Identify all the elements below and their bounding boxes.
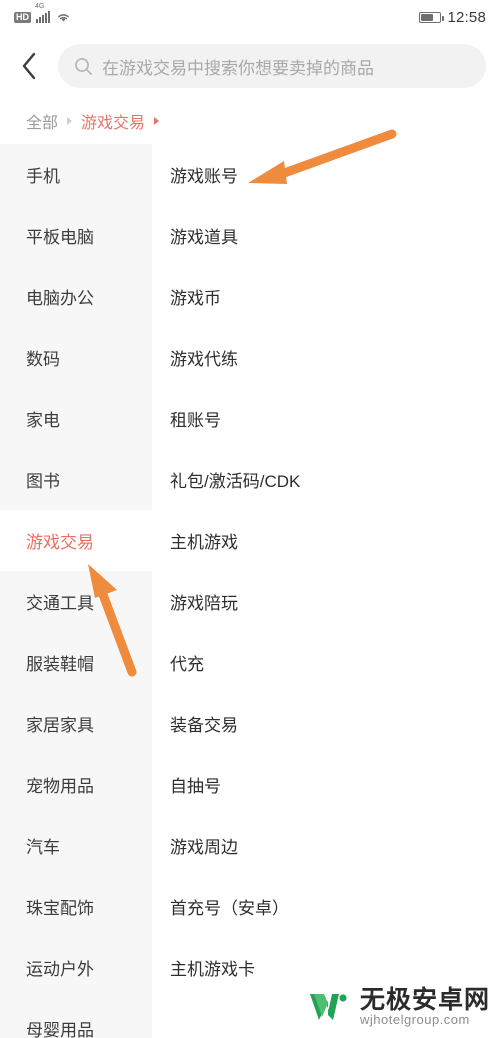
subcategory-item-game-account[interactable]: 游戏账号	[152, 144, 500, 205]
sidebar-item-books[interactable]: 图书	[0, 449, 152, 510]
subcategory-list[interactable]: 游戏账号 游戏道具 游戏币 游戏代练 租账号 礼包/激活码/CDK 主机游戏 游…	[152, 144, 500, 1038]
sidebar-item-transport[interactable]: 交通工具	[0, 571, 152, 632]
category-browser: 手机 平板电脑 电脑办公 数码 家电 图书 游戏交易 交通工具 服装鞋帽 家居家…	[0, 144, 500, 1038]
status-bar-left: HD 4G	[14, 3, 71, 23]
sidebar-item-game-trade[interactable]: 游戏交易	[0, 510, 152, 571]
signal-bars-icon: 4G	[35, 3, 50, 23]
subcategory-item-game-companion[interactable]: 游戏陪玩	[152, 571, 500, 632]
subcategory-item-first-topup-android[interactable]: 首充号（安卓）	[152, 876, 500, 937]
wifi-icon	[56, 11, 71, 23]
subcategory-item-console-game[interactable]: 主机游戏	[152, 510, 500, 571]
sidebar-item-phone[interactable]: 手机	[0, 144, 152, 205]
sidebar-item-sports-outdoor[interactable]: 运动户外	[0, 937, 152, 998]
search-placeholder-text: 在游戏交易中搜索你想要卖掉的商品	[102, 58, 374, 78]
breadcrumb-separator-icon	[154, 117, 160, 125]
sidebar-item-home-appliance[interactable]: 家电	[0, 388, 152, 449]
breadcrumb-separator-icon	[67, 117, 73, 125]
back-chevron-icon	[20, 51, 38, 81]
sidebar-item-clothing[interactable]: 服装鞋帽	[0, 632, 152, 693]
breadcrumb: 全部 游戏交易	[0, 98, 500, 144]
sidebar-item-furniture[interactable]: 家居家具	[0, 693, 152, 754]
status-bar: HD 4G 12:58	[0, 0, 500, 34]
status-bar-clock: 12:58	[447, 8, 486, 26]
category-sidebar[interactable]: 手机 平板电脑 电脑办公 数码 家电 图书 游戏交易 交通工具 服装鞋帽 家居家…	[0, 144, 152, 1038]
subcategory-item-game-boosting[interactable]: 游戏代练	[152, 327, 500, 388]
sidebar-item-car[interactable]: 汽车	[0, 815, 152, 876]
sidebar-item-maternal-baby[interactable]: 母婴用品	[0, 998, 152, 1038]
breadcrumb-item-all[interactable]: 全部	[26, 109, 58, 133]
sidebar-item-computer-office[interactable]: 电脑办公	[0, 266, 152, 327]
sidebar-item-digital[interactable]: 数码	[0, 327, 152, 388]
signal-strength-bars	[36, 11, 50, 23]
sidebar-item-tablet[interactable]: 平板电脑	[0, 205, 152, 266]
subcategory-item-game-items[interactable]: 游戏道具	[152, 205, 500, 266]
battery-icon	[419, 11, 444, 23]
search-header: 在游戏交易中搜索你想要卖掉的商品	[0, 34, 500, 98]
breadcrumb-item-game-trade[interactable]: 游戏交易	[81, 109, 145, 133]
search-icon	[74, 57, 93, 76]
search-input[interactable]: 在游戏交易中搜索你想要卖掉的商品	[58, 44, 486, 88]
subcategory-item-console-game-card[interactable]: 主机游戏卡	[152, 937, 500, 998]
subcategory-item-rent-account[interactable]: 租账号	[152, 388, 500, 449]
network-type-label: 4G	[35, 3, 45, 10]
subcategory-item-topup[interactable]: 代充	[152, 632, 500, 693]
subcategory-item-self-draw-account[interactable]: 自抽号	[152, 754, 500, 815]
status-bar-right: 12:58	[419, 9, 486, 26]
subcategory-item-gift-code-cdk[interactable]: 礼包/激活码/CDK	[152, 449, 500, 510]
subcategory-item-game-currency[interactable]: 游戏币	[152, 266, 500, 327]
hd-icon: HD	[14, 12, 31, 23]
subcategory-item-game-merch[interactable]: 游戏周边	[152, 815, 500, 876]
sidebar-item-jewelry[interactable]: 珠宝配饰	[0, 876, 152, 937]
back-button[interactable]	[0, 34, 58, 98]
subcategory-item-equipment-trade[interactable]: 装备交易	[152, 693, 500, 754]
phone-screen: HD 4G 12:58 在游戏交易中搜索你想要卖掉的商品 全部 游戏交易 手机 …	[0, 0, 500, 1038]
sidebar-item-pet-supplies[interactable]: 宠物用品	[0, 754, 152, 815]
